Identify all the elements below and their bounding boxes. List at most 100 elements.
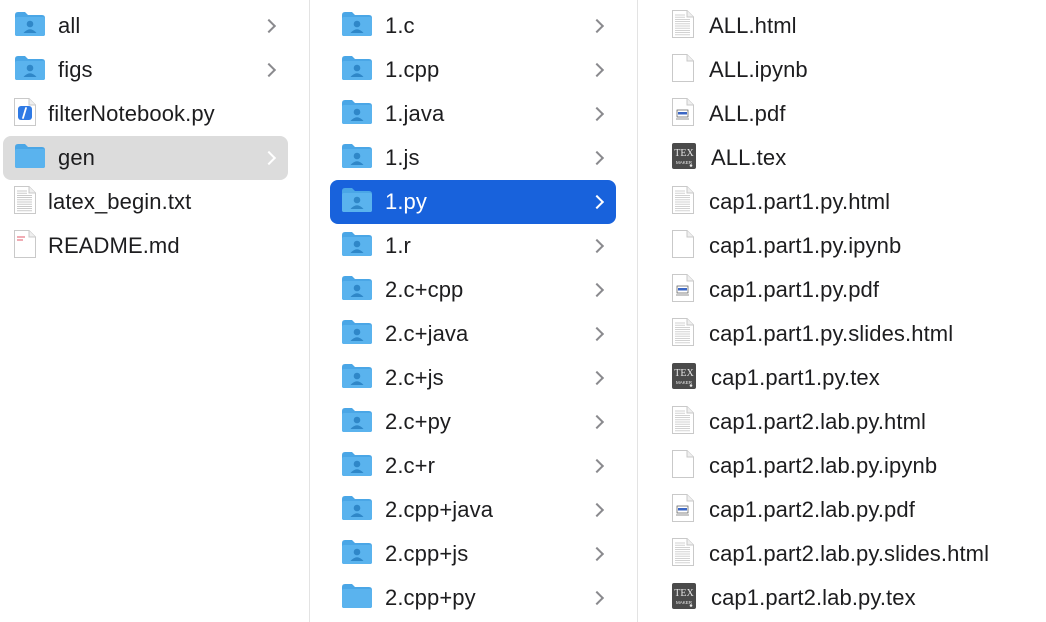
item-label: cap1.part1.py.tex [711, 365, 880, 390]
item-label: all [58, 13, 81, 38]
item-2-cpp-js[interactable]: 2.cpp+js [330, 532, 616, 576]
item-cap1-part1-py-ipynb[interactable]: cap1.part1.py.ipynb [638, 224, 1046, 268]
item-all-pdf[interactable]: ALL.pdf [638, 92, 1046, 136]
item-filternotebook-py[interactable]: filterNotebook.py [3, 92, 288, 136]
svg-text:MAKER: MAKER [676, 380, 693, 385]
item-label: 1.js [385, 145, 420, 170]
chevron-right-icon [261, 18, 277, 34]
item-1-cpp[interactable]: 1.cpp [330, 48, 616, 92]
item-label: 2.cpp+js [385, 541, 469, 566]
blank-file-icon [671, 229, 695, 264]
item-all-tex[interactable]: TEX MAKER ALL.tex [638, 136, 1046, 180]
chevron-right-icon [589, 18, 605, 34]
folder-user-icon [13, 54, 47, 87]
chevron-right-icon [589, 62, 605, 78]
item-label: filterNotebook.py [48, 101, 215, 126]
item-label: cap1.part2.lab.py.pdf [709, 497, 915, 522]
folder-user-icon [340, 362, 374, 395]
item-label: 1.cpp [385, 57, 440, 82]
item-label: ALL.ipynb [709, 57, 808, 82]
item-2-cpp-java[interactable]: 2.cpp+java [330, 488, 616, 532]
chevron-right-icon [589, 502, 605, 518]
item-all-ipynb[interactable]: ALL.ipynb [638, 48, 1046, 92]
item-2-c-java[interactable]: 2.c+java [330, 312, 616, 356]
python-file-icon [13, 97, 37, 132]
blank-file-icon [671, 53, 695, 88]
blank-file-icon [671, 449, 695, 484]
pdf-file-icon [671, 273, 695, 308]
folder-user-icon [340, 538, 374, 571]
item-readme-md[interactable]: README.md [3, 224, 288, 268]
finder-column-gen: 1.c 1.cpp 1.java 1.js 1.py 1.r 2.c+cpp 2… [310, 0, 637, 622]
item-cap1-part2-lab-py-ipynb[interactable]: cap1.part2.lab.py.ipynb [638, 444, 1046, 488]
html-file-icon [671, 537, 695, 572]
svg-text:MAKER: MAKER [676, 160, 693, 165]
item-all[interactable]: all [3, 4, 288, 48]
chevron-right-icon [261, 150, 277, 166]
item-label: latex_begin.txt [48, 189, 192, 214]
item-all-html[interactable]: ALL.html [638, 4, 1046, 48]
folder-user-icon [340, 318, 374, 351]
chevron-right-icon [589, 238, 605, 254]
chevron-right-icon [589, 370, 605, 386]
item-label: 2.c+r [385, 453, 436, 478]
item-label: cap1.part1.py.pdf [709, 277, 880, 302]
item-label: cap1.part1.py.slides.html [709, 321, 954, 346]
item-cap1-part2-lab-py-tex[interactable]: TEX MAKER cap1.part2.lab.py.tex [638, 576, 1046, 620]
pdf-file-icon [671, 97, 695, 132]
text-file-icon [13, 185, 37, 220]
folder-user-icon [340, 10, 374, 43]
item-label: cap1.part2.lab.py.ipynb [709, 453, 938, 478]
folder-user-icon [340, 274, 374, 307]
folder-user-icon [340, 142, 374, 175]
svg-text:TEX: TEX [674, 148, 694, 159]
item-cap1-part2-lab-py-pdf[interactable]: cap1.part2.lab.py.pdf [638, 488, 1046, 532]
item-label: ALL.pdf [709, 101, 786, 126]
tex-file-icon: TEX MAKER [671, 362, 697, 395]
item-cap1-part1-py-html[interactable]: cap1.part1.py.html [638, 180, 1046, 224]
tex-file-icon: TEX MAKER [671, 142, 697, 175]
item-label: ALL.tex [711, 145, 787, 170]
markdown-file-icon [13, 229, 37, 264]
item-gen[interactable]: gen [3, 136, 288, 180]
item-figs[interactable]: figs [3, 48, 288, 92]
item-label: gen [58, 145, 96, 170]
item-cap1-part1-py-pdf[interactable]: cap1.part1.py.pdf [638, 268, 1046, 312]
item-label: cap1.part1.py.ipynb [709, 233, 902, 258]
folder-user-icon [340, 186, 374, 219]
item-2-c-py[interactable]: 2.c+py [330, 400, 616, 444]
pdf-file-icon [671, 493, 695, 528]
item-label: ALL.html [709, 13, 797, 38]
item-1-c[interactable]: 1.c [330, 4, 616, 48]
item-cap1-part2-lab-py-html[interactable]: cap1.part2.lab.py.html [638, 400, 1046, 444]
item-cap1-part1-py-tex[interactable]: TEX MAKER cap1.part1.py.tex [638, 356, 1046, 400]
item-1-r[interactable]: 1.r [330, 224, 616, 268]
chevron-right-icon [589, 150, 605, 166]
folder-user-icon [340, 230, 374, 263]
item-2-cpp-py[interactable]: 2.cpp+py [330, 576, 616, 620]
chevron-right-icon [261, 62, 277, 78]
item-2-c-cpp[interactable]: 2.c+cpp [330, 268, 616, 312]
folder-icon [340, 582, 374, 615]
html-file-icon [671, 317, 695, 352]
item-1-java[interactable]: 1.java [330, 92, 616, 136]
chevron-right-icon [589, 590, 605, 606]
folder-user-icon [340, 54, 374, 87]
item-label: 1.c [385, 13, 415, 38]
html-file-icon [671, 9, 695, 44]
item-2-c-r[interactable]: 2.c+r [330, 444, 616, 488]
item-2-c-js[interactable]: 2.c+js [330, 356, 616, 400]
item-cap1-part1-py-slides-html[interactable]: cap1.part1.py.slides.html [638, 312, 1046, 356]
item-cap1-part2-lab-py-slides-html[interactable]: cap1.part2.lab.py.slides.html [638, 532, 1046, 576]
item-label: 2.cpp+py [385, 585, 476, 610]
item-label: figs [58, 57, 93, 82]
item-label: 2.c+py [385, 409, 452, 434]
item-label: 2.c+js [385, 365, 444, 390]
item-latex-begin-txt[interactable]: latex_begin.txt [3, 180, 288, 224]
tex-file-icon: TEX MAKER [671, 582, 697, 615]
folder-user-icon [340, 406, 374, 439]
folder-icon [13, 142, 47, 175]
item-1-py[interactable]: 1.py [330, 180, 616, 224]
folder-user-icon [340, 98, 374, 131]
item-1-js[interactable]: 1.js [330, 136, 616, 180]
